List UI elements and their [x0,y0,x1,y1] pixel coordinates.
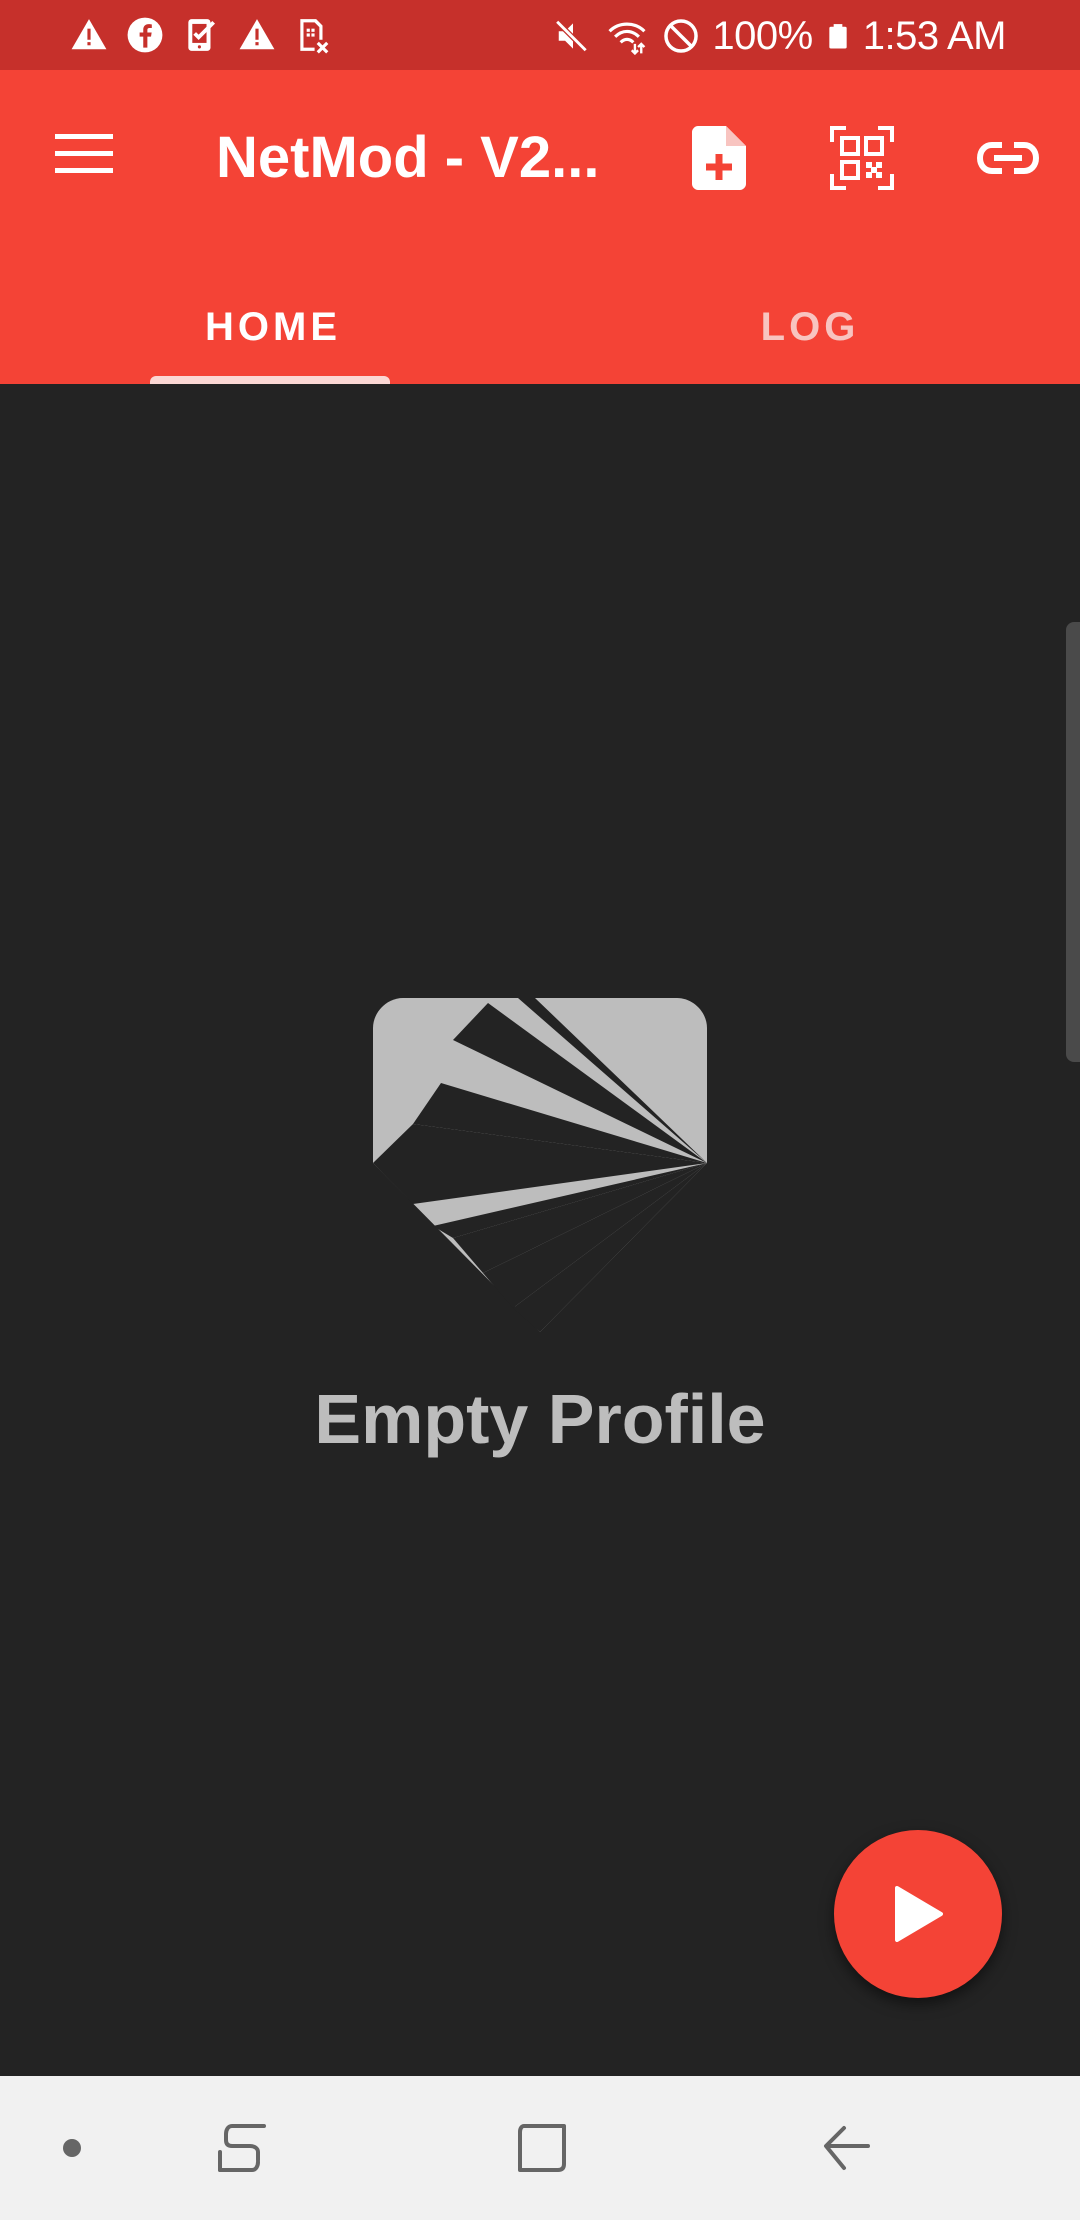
home-icon [518,2124,566,2172]
tab-indicator [150,376,390,384]
battery-icon [829,24,847,49]
tab-home-label: HOME [205,304,341,349]
file-plus-icon [692,126,746,190]
play-icon [895,1886,943,1942]
warning-icon [71,19,107,50]
clipboard-check-icon [188,19,216,51]
shield-rays-logo [373,998,707,1332]
menu-icon [55,134,113,173]
tab-bar: HOME LOG [0,270,1080,384]
link-button[interactable] [964,114,1052,202]
tab-home[interactable]: HOME [0,270,540,384]
add-file-button[interactable] [675,114,763,202]
mute-icon [555,19,588,53]
wifi-icon [608,22,646,55]
recents-button[interactable] [192,2098,292,2198]
empty-profile-label: Empty Profile [314,1380,766,1458]
nav-dot-button[interactable] [22,2098,122,2198]
qr-code-icon [830,126,894,190]
facebook-icon [127,17,163,53]
dot-icon [63,2139,81,2157]
home-content: Empty Profile [0,384,1080,2076]
do-not-disturb-icon [664,19,699,53]
navigation-bar [0,2076,1080,2220]
home-nav-button[interactable] [492,2098,592,2198]
recents-icon [218,2124,266,2172]
status-bar: 100% 1:53 AM [0,0,1080,70]
qr-scan-button[interactable] [818,114,906,202]
status-notification-icons [70,14,332,56]
link-icon [976,142,1040,174]
menu-button[interactable] [40,110,128,198]
scrollbar[interactable] [1066,622,1080,1062]
status-time: 1:53 AM [862,14,1007,58]
battery-percentage: 100% [712,14,813,58]
start-button[interactable] [834,1830,1002,1998]
app-bar: NetMod - V2... HOME LOG [0,70,1080,384]
app-title: NetMod - V2... [216,125,600,190]
tab-log-label: LOG [760,304,860,349]
status-system-icons: 100% 1:53 AM [554,10,1007,62]
back-button[interactable] [796,2098,896,2198]
warning-icon [239,19,275,50]
back-icon [824,2126,870,2170]
tab-log[interactable]: LOG [540,270,1080,384]
sim-off-icon [300,19,329,54]
